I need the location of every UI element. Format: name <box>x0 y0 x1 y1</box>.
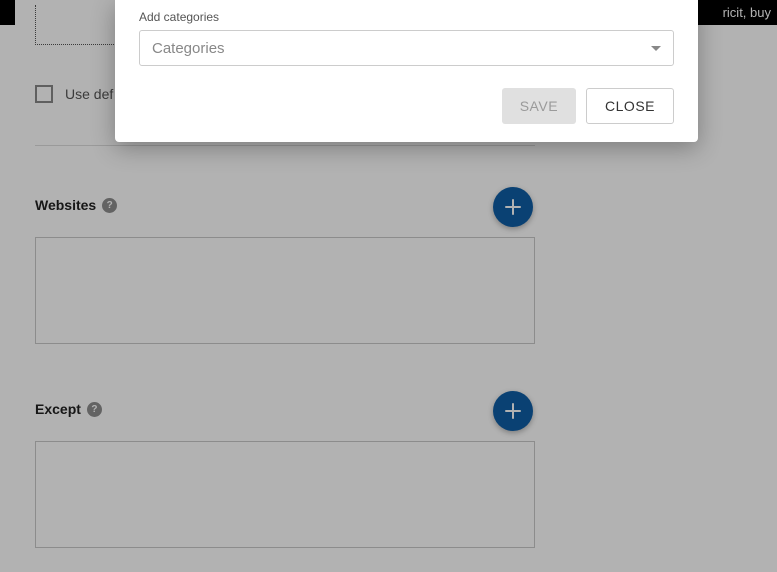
add-categories-dialog: Add categories Categories SAVE CLOSE <box>115 0 698 142</box>
save-button: SAVE <box>502 88 576 124</box>
dialog-label: Add categories <box>139 10 674 24</box>
dialog-actions: SAVE CLOSE <box>139 88 674 124</box>
close-button[interactable]: CLOSE <box>586 88 674 124</box>
chevron-down-icon <box>651 46 661 51</box>
categories-select[interactable]: Categories <box>139 30 674 66</box>
select-placeholder: Categories <box>152 40 225 57</box>
